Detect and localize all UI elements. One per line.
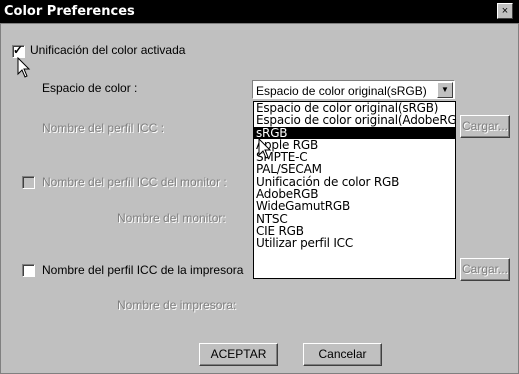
- mouse-pointer-icon: [17, 57, 31, 78]
- window-title: Color Preferences: [4, 4, 135, 19]
- chevron-down-icon[interactable]: ▼: [437, 82, 453, 98]
- printer-profile-checkbox[interactable]: [22, 264, 35, 277]
- color-space-label: Espacio de color :: [42, 81, 138, 95]
- close-button[interactable]: ×: [497, 3, 513, 19]
- cancel-button[interactable]: Cancelar: [303, 343, 382, 366]
- title-bar: Color Preferences ×: [0, 0, 519, 23]
- checkmark-icon: ✓: [13, 43, 24, 57]
- ok-button[interactable]: ACEPTAR: [199, 343, 278, 366]
- color-sync-label: Unificación del color activada: [30, 43, 186, 57]
- printer-load-button[interactable]: Cargar...: [460, 258, 510, 281]
- icc-load-button[interactable]: Cargar...: [460, 115, 510, 138]
- mouse-pointer-icon: [258, 138, 272, 159]
- printer-name-label: Nombre de impresora:: [117, 298, 237, 312]
- dropdown-option[interactable]: PAL/SECAM: [254, 163, 455, 175]
- color-space-dropdown-list[interactable]: Espacio de color original(sRGB) Espacio …: [253, 101, 456, 279]
- monitor-name-label: Nombre del monitor:: [117, 211, 226, 225]
- color-space-value: Espacio de color original(sRGB): [256, 84, 427, 98]
- monitor-profile-checkbox[interactable]: [22, 176, 35, 189]
- color-space-select[interactable]: Espacio de color original(sRGB) ▼: [252, 80, 455, 99]
- dropdown-option[interactable]: Espacio de color original(AdobeRGB): [254, 114, 455, 126]
- close-icon: ×: [501, 5, 509, 17]
- printer-profile-label: Nombre del perfil ICC de la impresora: [42, 263, 244, 277]
- dropdown-option[interactable]: WideGamutRGB: [254, 200, 455, 212]
- dropdown-option[interactable]: Utilizar perfil ICC: [254, 237, 455, 249]
- monitor-profile-label: Nombre del perfil ICC del monitor :: [42, 175, 227, 189]
- icc-profile-label: Nombre del perfil ICC :: [42, 121, 165, 135]
